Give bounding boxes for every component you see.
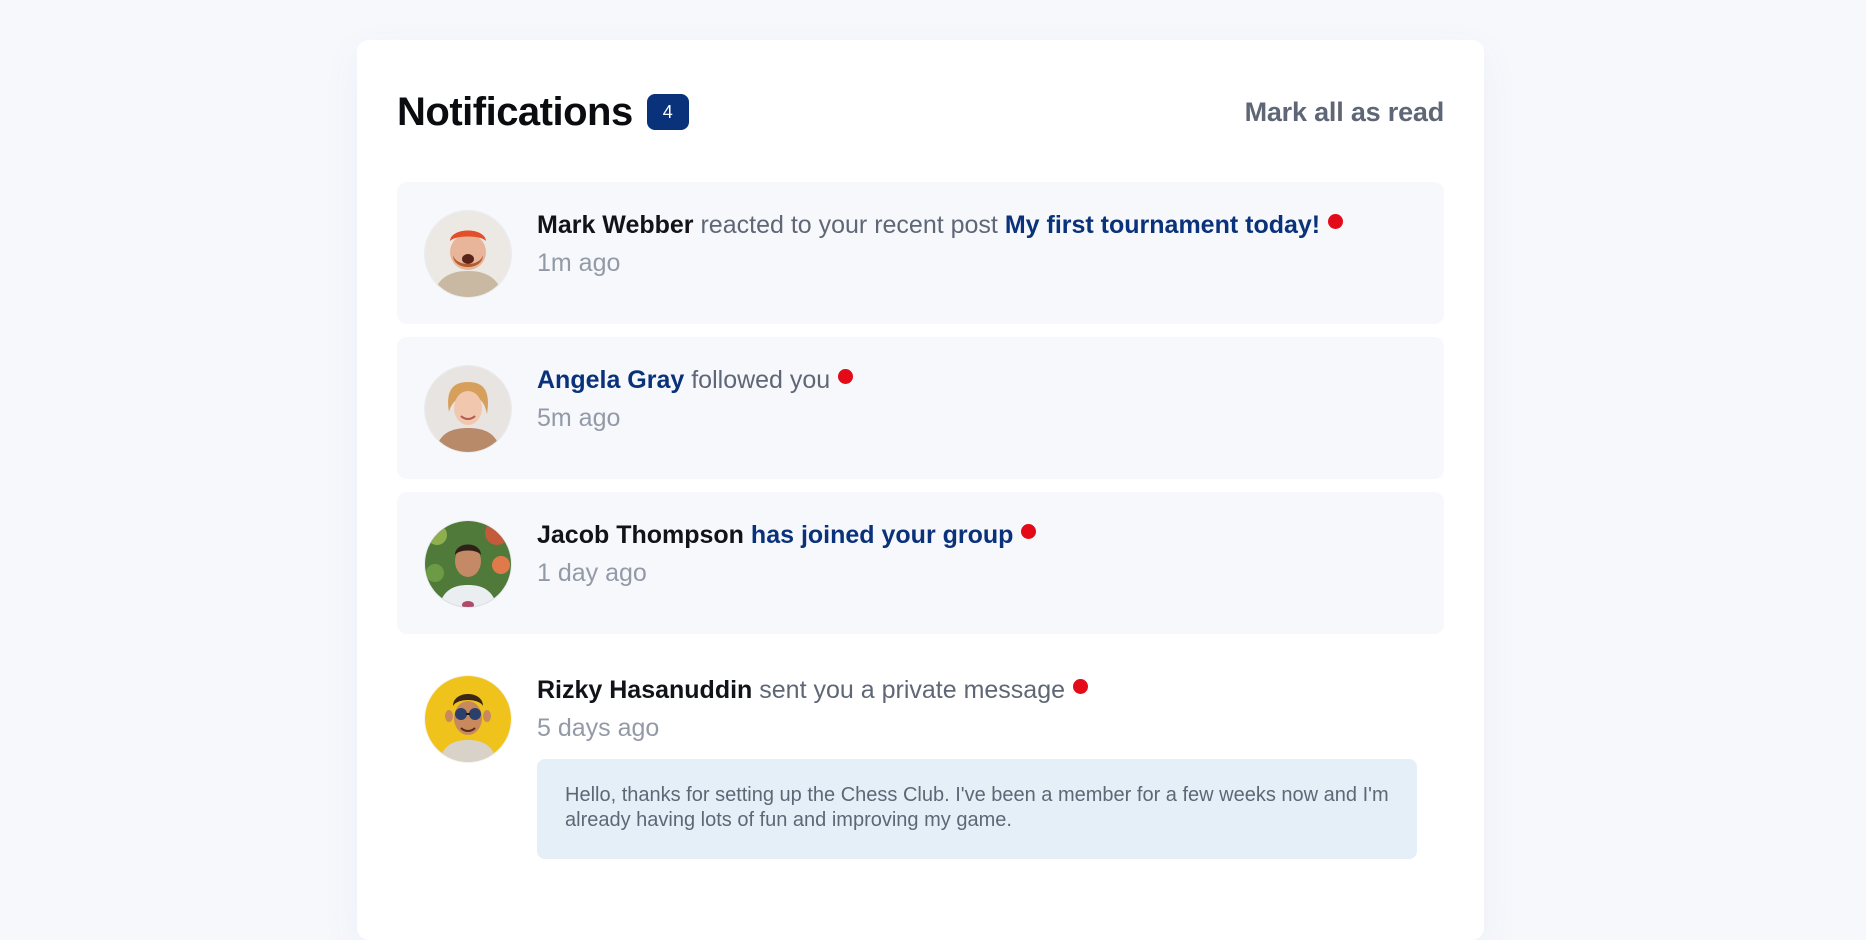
title-group: Notifications 4 bbox=[397, 90, 689, 135]
user-name[interactable]: Mark Webber bbox=[537, 211, 694, 239]
notification-text: Jacob Thompson has joined your group bbox=[537, 518, 1417, 552]
avatar-jacob-thompson[interactable] bbox=[425, 521, 511, 607]
notification-item-mark-webber[interactable]: Mark Webber reacted to your recent post … bbox=[397, 182, 1444, 324]
mark-all-as-read-button[interactable]: Mark all as read bbox=[1245, 97, 1445, 128]
notification-list: Mark Webber reacted to your recent post … bbox=[397, 182, 1444, 897]
action-text: followed you bbox=[691, 366, 831, 394]
avatar-rizky-hasanuddin[interactable] bbox=[425, 676, 511, 762]
notifications-header: Notifications 4 Mark all as read bbox=[397, 84, 1444, 140]
unread-dot-icon bbox=[1021, 524, 1037, 539]
notification-text: Rizky Hasanuddin sent you a private mess… bbox=[537, 673, 1417, 707]
action-text: reacted to your recent post bbox=[700, 211, 998, 239]
timestamp: 1m ago bbox=[537, 249, 621, 277]
user-name[interactable]: Rizky Hasanuddin bbox=[537, 676, 752, 704]
private-message-preview[interactable]: Hello, thanks for setting up the Chess C… bbox=[537, 759, 1417, 859]
unread-count-badge: 4 bbox=[646, 94, 689, 130]
notifications-card: Notifications 4 Mark all as read Mark We… bbox=[357, 40, 1484, 940]
user-name[interactable]: Angela Gray bbox=[537, 366, 684, 394]
unread-dot-icon bbox=[838, 369, 854, 384]
avatar-mark-webber[interactable] bbox=[425, 211, 511, 297]
post-link[interactable]: My first tournament today! bbox=[1005, 211, 1320, 239]
page-title: Notifications bbox=[397, 89, 633, 134]
notification-text: Mark Webber reacted to your recent post … bbox=[537, 208, 1417, 242]
notification-item-rizky-hasanuddin[interactable]: Rizky Hasanuddin sent you a private mess… bbox=[397, 647, 1444, 897]
unread-dot-icon bbox=[1073, 679, 1089, 694]
unread-dot-icon bbox=[1328, 214, 1344, 229]
group-link[interactable]: has joined your group bbox=[751, 521, 1014, 549]
user-name[interactable]: Jacob Thompson bbox=[537, 521, 744, 549]
notification-item-angela-gray[interactable]: Angela Gray followed you 5m ago bbox=[397, 337, 1444, 479]
notification-item-jacob-thompson[interactable]: Jacob Thompson has joined your group 1 d… bbox=[397, 492, 1444, 634]
timestamp: 1 day ago bbox=[537, 559, 647, 587]
action-text: sent you a private message bbox=[759, 676, 1066, 704]
notification-text: Angela Gray followed you bbox=[537, 363, 1417, 397]
avatar-angela-gray[interactable] bbox=[425, 366, 511, 452]
timestamp: 5m ago bbox=[537, 404, 621, 432]
timestamp: 5 days ago bbox=[537, 714, 660, 742]
